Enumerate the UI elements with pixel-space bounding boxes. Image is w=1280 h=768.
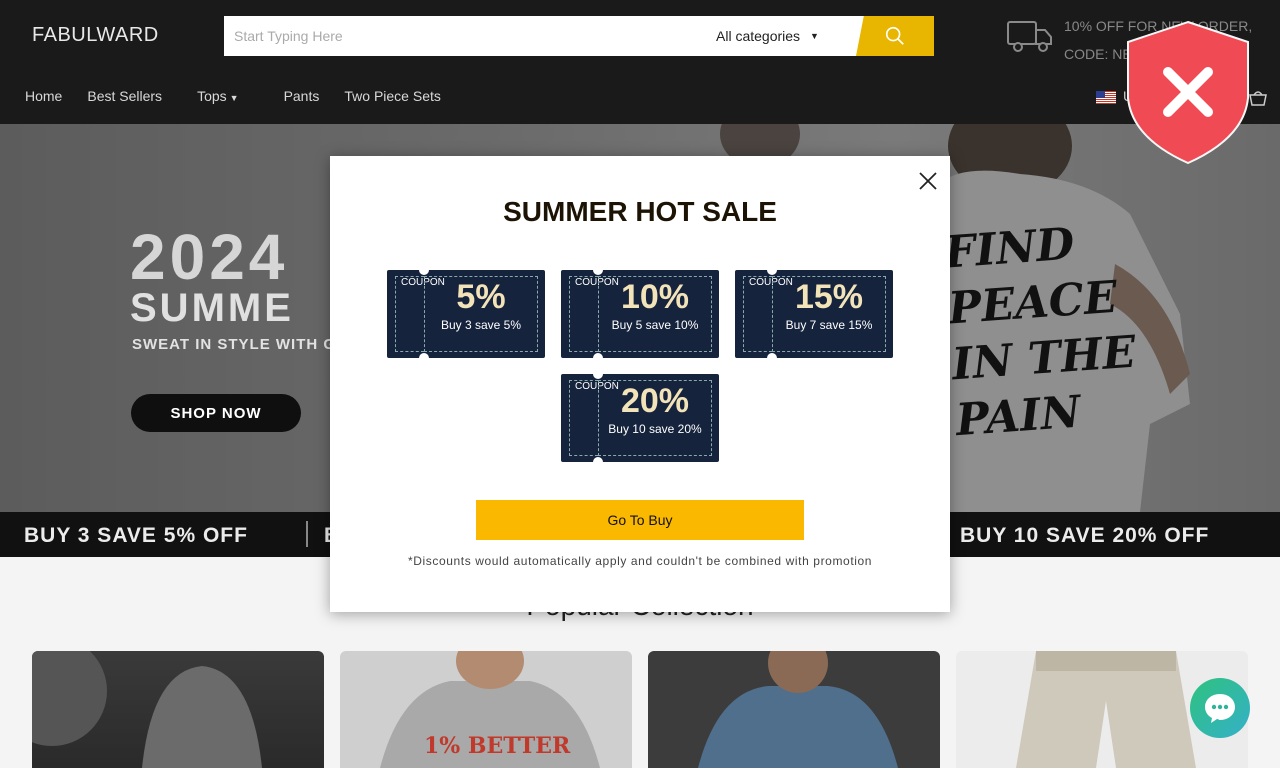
close-icon[interactable] — [917, 170, 939, 192]
nav-home[interactable]: Home — [25, 88, 62, 104]
coupon-card[interactable]: COUPON 10% Buy 5 save 10% — [561, 265, 719, 363]
category-select[interactable]: All categories ▼ — [716, 16, 856, 56]
coupon-label: COUPON — [401, 277, 445, 288]
chat-bubble-icon — [1205, 694, 1235, 723]
chat-button[interactable] — [1190, 678, 1250, 738]
nav-pants[interactable]: Pants — [284, 88, 320, 104]
delivery-truck-icon — [1007, 21, 1052, 52]
coupon-notch — [767, 265, 777, 275]
caret-down-icon: ▼ — [810, 31, 819, 41]
site-logo[interactable]: FABULWARD — [32, 24, 159, 47]
sale-popup: SUMMER HOT SALE COUPON 5% Buy 3 save 5% … — [330, 156, 950, 612]
discount-note: *Discounts would automatically apply and… — [407, 554, 873, 568]
main-nav: Home Best Sellers Tops ▼ Pants Two Piece … — [25, 88, 466, 104]
coupon-desc: Buy 7 save 15% — [785, 318, 873, 332]
coupon-card[interactable]: COUPON 20% Buy 10 save 20% — [561, 369, 719, 467]
product-card[interactable]: 1% BETTER — [340, 651, 632, 768]
coupon-notch — [593, 265, 603, 275]
coupon-desc: Buy 3 save 5% — [440, 318, 522, 332]
coupon-desc: Buy 5 save 10% — [611, 318, 699, 332]
ticker-text-1: BUY 3 SAVE 5% OFF — [24, 524, 248, 547]
product-print-text: 1% BETTER — [424, 733, 571, 759]
us-flag-icon[interactable] — [1096, 91, 1116, 104]
hero-year: 2024 — [130, 221, 289, 293]
coupon-notch — [419, 353, 429, 363]
coupon-notch — [593, 457, 603, 467]
coupon-percent: 10% — [620, 278, 690, 316]
coupon-notch — [767, 353, 777, 363]
go-to-buy-button[interactable]: Go To Buy — [476, 500, 804, 540]
coupon-percent: 20% — [620, 382, 690, 420]
coupon-percent: 15% — [794, 278, 864, 316]
search-icon — [885, 26, 904, 45]
blocked-shield-icon[interactable] — [1126, 20, 1250, 165]
nav-tops-label: Tops — [197, 88, 227, 104]
product-card[interactable] — [648, 651, 940, 768]
search-input[interactable] — [224, 16, 716, 56]
coupon-notch — [419, 265, 429, 275]
coupon-percent: 5% — [456, 278, 506, 316]
coupon-notch — [593, 369, 603, 379]
hero-shirt-print: FIND PEACE IN THE PAIN — [942, 218, 1138, 447]
product-image — [698, 651, 898, 768]
hero-title: SUMME — [130, 286, 294, 330]
category-select-label: All categories — [716, 28, 801, 44]
search-button[interactable] — [856, 16, 934, 56]
cart-icon[interactable] — [1249, 89, 1267, 106]
coupon-desc: Buy 10 save 20% — [608, 422, 702, 436]
popup-title: SUMMER HOT SALE — [503, 196, 777, 227]
nav-two-piece-sets[interactable]: Two Piece Sets — [344, 88, 441, 104]
caret-down-icon: ▼ — [229, 93, 239, 103]
coupon-card[interactable]: COUPON 15% Buy 7 save 15% — [735, 265, 893, 363]
coupon-notch — [593, 353, 603, 363]
site-header: FABULWARD All categories ▼ 10% OFF FOR N… — [0, 0, 1280, 124]
ticker-text-3: BUY 10 SAVE 20% OFF — [960, 524, 1210, 547]
nav-best-sellers[interactable]: Best Sellers — [87, 88, 162, 104]
coupon-label: COUPON — [749, 277, 793, 288]
hero-subtitle: SWEAT IN STYLE WITH G — [132, 336, 337, 353]
coupon-label: COUPON — [575, 277, 619, 288]
shop-now-button[interactable]: SHOP NOW — [131, 394, 301, 432]
coupon-card[interactable]: COUPON 5% Buy 3 save 5% — [387, 265, 545, 363]
ticker-divider — [306, 521, 308, 547]
product-card[interactable] — [32, 651, 324, 768]
search-bar: All categories ▼ — [224, 16, 934, 56]
product-image — [32, 651, 262, 768]
coupon-label: COUPON — [575, 381, 619, 392]
nav-tops[interactable]: Tops ▼ — [197, 88, 239, 104]
